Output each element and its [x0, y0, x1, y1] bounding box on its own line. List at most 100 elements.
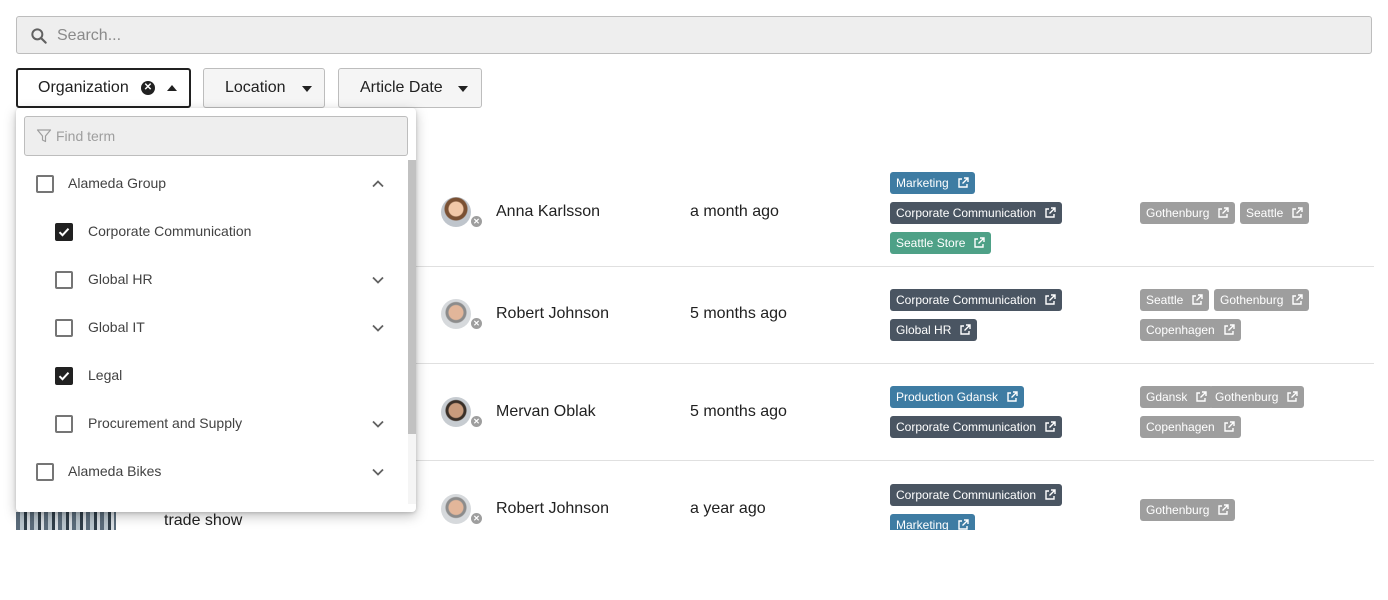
person-name[interactable]: Anna Karlsson — [496, 203, 600, 221]
search-icon — [31, 28, 47, 44]
find-term-placeholder: Find term — [56, 128, 116, 144]
location-tag[interactable]: Seattle — [1140, 289, 1210, 311]
location-tag[interactable]: Gothenburg — [1140, 202, 1236, 224]
org-tag[interactable]: Marketing — [890, 514, 975, 530]
organization-filter-label: Organization — [38, 79, 129, 96]
external-link-icon — [957, 177, 969, 188]
article-title[interactable]: trade show — [164, 512, 242, 530]
person-name[interactable]: Robert Johnson — [496, 305, 609, 323]
find-term-input[interactable]: Find term — [24, 116, 408, 156]
location-tag[interactable]: Gdansk — [1140, 386, 1214, 408]
org-tag[interactable]: Production Gdansk — [890, 386, 1025, 408]
article-date: a year ago — [690, 500, 766, 517]
org-tag[interactable]: Global HR — [890, 319, 978, 341]
external-link-icon — [974, 237, 986, 248]
external-link-icon — [1196, 391, 1208, 402]
external-link-icon — [1045, 421, 1056, 432]
external-link-icon — [1218, 207, 1230, 218]
article-thumbnail[interactable] — [16, 512, 116, 530]
caret-down-icon — [458, 86, 468, 92]
location-tag-label: Copenhagen — [1146, 420, 1215, 434]
location-tag-label: Gothenburg — [1215, 390, 1279, 404]
location-tag-label: Seattle — [1246, 206, 1284, 220]
external-link-icon — [1224, 421, 1235, 432]
location-filter-label: Location — [225, 79, 286, 96]
org-tag[interactable]: Corporate Communication — [890, 289, 1063, 311]
org-tag[interactable]: Marketing — [890, 172, 975, 194]
location-tag[interactable]: Seattle — [1240, 202, 1310, 224]
location-tag[interactable]: Gothenburg — [1214, 289, 1310, 311]
org-tag-label: Seattle Store — [896, 236, 966, 250]
org-tag[interactable]: Seattle Store — [890, 232, 992, 254]
avatar — [441, 494, 471, 524]
remove-icon: ✕ — [470, 512, 483, 525]
org-tag-label: Global HR — [896, 323, 952, 337]
external-link-icon — [960, 324, 972, 335]
option-label[interactable]: Corporate Communication — [88, 221, 251, 241]
org-tag[interactable]: Corporate Communication — [890, 416, 1063, 438]
organization-dropdown: Find term Alameda Group Corporate Commun… — [16, 108, 416, 512]
option-checkbox[interactable] — [55, 223, 73, 241]
article-date: 5 months ago — [690, 403, 787, 420]
external-link-icon — [1218, 504, 1230, 515]
location-tag-label: Gothenburg — [1146, 206, 1210, 220]
location-tag-label: Gothenburg — [1146, 503, 1210, 517]
org-tag-label: Corporate Communication — [896, 420, 1037, 434]
filter-icon — [36, 129, 52, 143]
option-checkbox[interactable] — [36, 463, 54, 481]
org-tag-label: Production Gdansk — [896, 390, 999, 404]
article-date-filter-button[interactable]: Article Date — [338, 68, 482, 108]
chevron-down-icon[interactable] — [371, 417, 385, 431]
option-label[interactable]: Alameda Bikes — [68, 461, 161, 481]
option-checkbox[interactable] — [55, 367, 73, 385]
location-filter-button[interactable]: Location — [203, 68, 325, 108]
remove-icon: ✕ — [470, 215, 483, 228]
caret-down-icon — [302, 86, 312, 92]
option-checkbox[interactable] — [55, 271, 73, 289]
location-tag-label: Seattle — [1146, 293, 1184, 307]
location-tag-label: Gothenburg — [1220, 293, 1284, 307]
external-link-icon — [1045, 294, 1056, 305]
external-link-icon — [1192, 294, 1204, 305]
option-checkbox[interactable] — [55, 319, 73, 337]
person-name[interactable]: Mervan Oblak — [496, 403, 596, 421]
org-tag[interactable]: Corporate Communication — [890, 202, 1063, 224]
chevron-down-icon[interactable] — [371, 273, 385, 287]
org-tag-label: Corporate Communication — [896, 206, 1037, 220]
avatar — [441, 299, 471, 329]
option-label[interactable]: Procurement and Supply — [88, 413, 242, 433]
location-tag-label: Gdansk — [1146, 390, 1188, 404]
external-link-icon — [1292, 207, 1304, 218]
remove-icon: ✕ — [470, 415, 483, 428]
location-tag[interactable]: Gothenburg — [1209, 386, 1305, 408]
option-label[interactable]: Alameda Group — [68, 173, 166, 193]
option-label[interactable]: Legal — [88, 365, 122, 385]
org-tag[interactable]: Corporate Communication — [890, 484, 1063, 506]
person-name[interactable]: Robert Johnson — [496, 500, 609, 518]
option-label[interactable]: Global IT — [88, 317, 145, 337]
external-link-icon — [1045, 207, 1056, 218]
option-checkbox[interactable] — [36, 175, 54, 193]
chevron-up-icon[interactable] — [371, 177, 385, 191]
external-link-icon — [1045, 489, 1056, 500]
option-checkbox[interactable] — [55, 415, 73, 433]
organization-filter-button[interactable]: Organization ✕ — [16, 68, 191, 108]
avatar — [441, 397, 471, 427]
external-link-icon — [1007, 391, 1018, 402]
remove-icon: ✕ — [470, 317, 483, 330]
location-tag[interactable]: Copenhagen — [1140, 416, 1241, 438]
search-placeholder: Search... — [57, 27, 122, 44]
article-date: a month ago — [690, 203, 779, 220]
avatar — [441, 197, 471, 227]
org-tag-label: Marketing — [896, 518, 949, 530]
scrollbar-thumb[interactable] — [408, 160, 416, 434]
article-date: 5 months ago — [690, 305, 787, 322]
chevron-down-icon[interactable] — [371, 465, 385, 479]
location-tag[interactable]: Gothenburg — [1140, 499, 1236, 521]
clear-filter-icon[interactable]: ✕ — [141, 81, 155, 95]
caret-up-icon — [167, 85, 177, 91]
location-tag[interactable]: Copenhagen — [1140, 319, 1241, 341]
search-input[interactable]: Search... — [16, 16, 1372, 54]
option-label[interactable]: Global HR — [88, 269, 153, 289]
chevron-down-icon[interactable] — [371, 321, 385, 335]
